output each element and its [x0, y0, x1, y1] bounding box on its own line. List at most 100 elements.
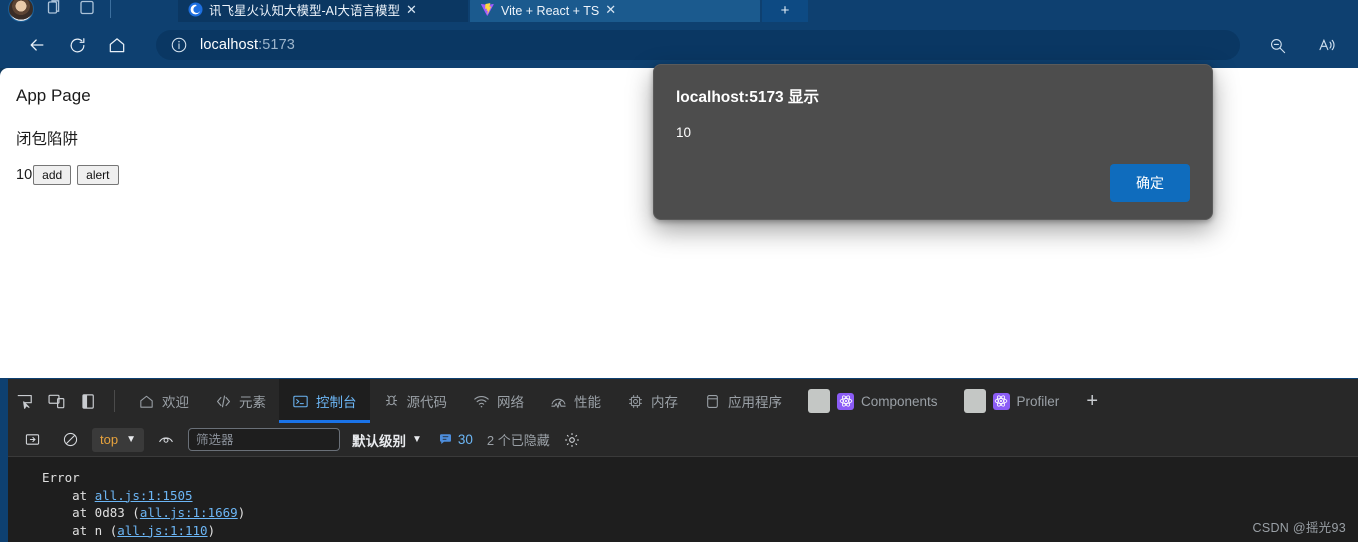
devtools-tab-components[interactable]: Components	[795, 379, 951, 423]
devtools-tab-label: 控制台	[316, 395, 357, 410]
home-icon	[138, 393, 155, 410]
screen-root: 讯飞星火认知大模型-AI大语言模型 ✕ Vite + React + TS ✕ …	[0, 0, 1358, 542]
more-tabs-button[interactable]: +	[1072, 391, 1112, 411]
url-host: localhost	[200, 37, 259, 53]
chrome-divider	[110, 0, 111, 18]
dock-side-icon[interactable]	[72, 386, 104, 416]
address-bar[interactable]: localhost:5173	[156, 30, 1240, 60]
alert-dialog-title: localhost:5173 显示	[676, 89, 819, 106]
stack-frame-link[interactable]: all.js:1:1669	[140, 505, 238, 520]
info-message-icon	[438, 432, 453, 447]
console-stack-frame: at 0d83 (all.js:1:1669)	[42, 504, 1358, 522]
vite-icon	[480, 2, 495, 17]
devtools-tab-label: 元素	[239, 395, 266, 410]
alert-dialog-message: 10	[676, 125, 692, 140]
memory-chip-icon	[627, 393, 644, 410]
console-info-count: 30	[457, 432, 473, 447]
home-icon[interactable]	[100, 28, 134, 62]
console-toolbar: top ▼ 默认级别 ▼	[8, 423, 1358, 457]
devtools-tab-label: Components	[861, 393, 938, 409]
devtools-tab-profiler[interactable]: Profiler	[951, 379, 1073, 423]
react-atom-icon	[837, 392, 854, 410]
devtools-tab-sources[interactable]: 源代码	[370, 379, 461, 423]
back-arrow-icon[interactable]	[20, 28, 54, 62]
spark-icon	[188, 2, 203, 17]
watermark: CSDN @摇光93	[1252, 521, 1346, 535]
devtools-tab-label: 欢迎	[162, 395, 189, 410]
browser-tab-active[interactable]: Vite + React + TS ✕	[470, 0, 760, 22]
devtools-tabbar: 欢迎 元素 控制台 源代码 网络 性能 内存 应用程序 Components P…	[8, 379, 1358, 423]
console-context-selector[interactable]: top ▼	[92, 427, 144, 452]
stack-frame-prefix: at 0d83 (	[42, 505, 140, 520]
react-placeholder-box	[808, 389, 830, 413]
devtools-rail-divider	[114, 390, 115, 412]
read-aloud-icon[interactable]	[1310, 28, 1344, 62]
devtools-tab-memory[interactable]: 内存	[614, 379, 691, 423]
wifi-network-icon	[473, 393, 490, 410]
alert-dialog-actions: 确定	[1110, 164, 1190, 202]
url-port: :5173	[258, 37, 295, 53]
chrome-left-icons	[0, 0, 113, 22]
stack-frame-suffix: )	[237, 505, 246, 520]
console-stack-frame: at all.js:1:1505	[42, 487, 1358, 505]
stack-frame-suffix: )	[207, 522, 216, 538]
console-error-header: Error	[42, 470, 80, 485]
console-output[interactable]: Error at all.js:1:1505 at 0d83 (all.js:1…	[8, 457, 1358, 542]
add-button[interactable]: add	[33, 165, 72, 185]
split-screen-icon[interactable]	[76, 0, 98, 20]
counter-value: 10	[16, 167, 33, 183]
chevron-down-icon: ▼	[126, 434, 136, 445]
devtools-tab-label: 源代码	[406, 395, 448, 410]
devtools-tab-application[interactable]: 应用程序	[691, 379, 795, 423]
alert-button[interactable]: alert	[77, 165, 119, 185]
chevron-down-icon: ▼	[411, 434, 422, 445]
inspect-element-icon[interactable]	[8, 386, 40, 416]
gear-icon[interactable]	[556, 425, 588, 455]
copy-tabs-icon[interactable]	[44, 0, 66, 20]
devtools-tab-label: 应用程序	[728, 395, 782, 410]
devtools-tab-console[interactable]: 控制台	[279, 379, 370, 423]
alert-dialog: localhost:5173 显示 10 确定	[653, 64, 1213, 220]
console-context-value: top	[100, 432, 119, 447]
address-bar-url: localhost:5173	[200, 37, 295, 53]
clear-console-icon[interactable]	[54, 425, 86, 455]
code-brackets-icon	[215, 393, 232, 410]
tab-strip: 讯飞星火认知大模型-AI大语言模型 ✕ Vite + React + TS ✕ …	[0, 0, 1358, 22]
info-icon[interactable]	[170, 36, 188, 54]
devtools-tab-welcome[interactable]: 欢迎	[125, 379, 202, 423]
devtools-tab-label: 网络	[497, 395, 524, 410]
zoom-out-icon[interactable]	[1260, 28, 1294, 62]
new-tab-button[interactable]: +	[762, 0, 808, 22]
console-level-selector[interactable]: 默认级别 ▼	[346, 430, 422, 450]
devtools-tab-performance[interactable]: 性能	[537, 379, 614, 423]
console-filter-input[interactable]	[187, 428, 340, 451]
tab-close-icon[interactable]: ✕	[605, 4, 616, 17]
browser-tab-inactive[interactable]: 讯飞星火认知大模型-AI大语言模型 ✕	[178, 0, 468, 22]
bug-sources-icon	[383, 393, 400, 410]
console-info-badge[interactable]: 30	[428, 432, 473, 447]
stack-frame-link[interactable]: all.js:1:110	[117, 523, 207, 538]
react-placeholder-box	[963, 389, 986, 413]
browser-chrome: 讯飞星火认知大模型-AI大语言模型 ✕ Vite + React + TS ✕ …	[0, 0, 1358, 68]
performance-gauge-icon	[550, 393, 567, 410]
browser-navigation-bar: localhost:5173	[0, 22, 1358, 68]
refresh-icon[interactable]	[60, 28, 94, 62]
stack-frame-link[interactable]: all.js:1:1505	[95, 488, 193, 503]
stack-frame-prefix: at	[42, 487, 95, 503]
eye-icon[interactable]	[150, 425, 182, 455]
browser-tab-title: Vite + React + TS	[501, 4, 600, 18]
console-sidebar-icon[interactable]	[16, 425, 48, 455]
devtools-tab-network[interactable]: 网络	[460, 379, 537, 423]
browser-tab-title: 讯飞星火认知大模型-AI大语言模型	[209, 4, 400, 18]
devtools-panel: 欢迎 元素 控制台 源代码 网络 性能 内存 应用程序 Components P…	[0, 378, 1358, 542]
device-toolbar-icon[interactable]	[40, 386, 72, 416]
console-hidden-count: 2 个已隐藏	[486, 433, 550, 448]
devtools-left-rail	[0, 379, 8, 542]
devtools-tab-label: Profiler	[1016, 393, 1060, 409]
alert-confirm-button[interactable]: 确定	[1110, 164, 1190, 202]
new-tab-label: +	[780, 2, 790, 19]
devtools-tab-elements[interactable]: 元素	[202, 379, 279, 423]
avatar[interactable]	[8, 0, 34, 22]
console-terminal-icon	[292, 393, 309, 410]
tab-close-icon[interactable]: ✕	[406, 4, 417, 17]
